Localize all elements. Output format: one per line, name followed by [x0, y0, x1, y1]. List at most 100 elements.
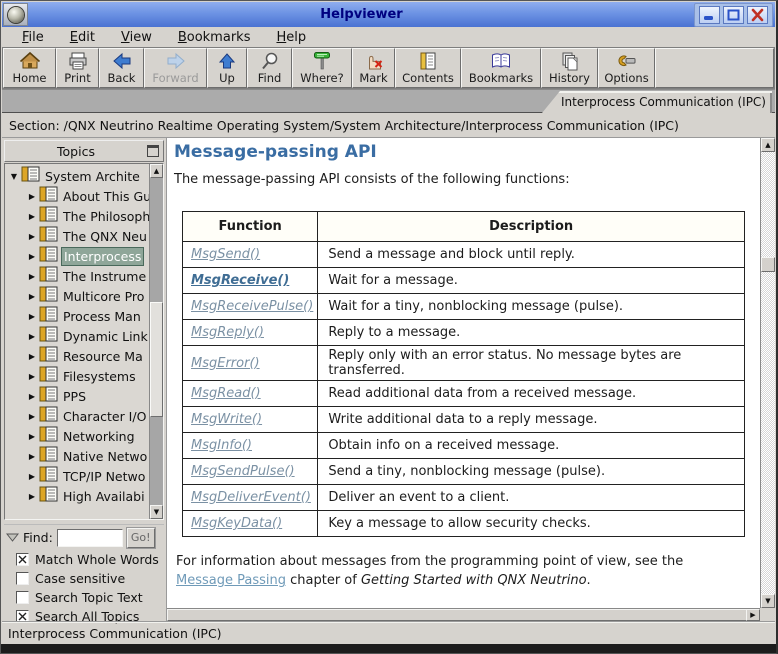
tree-scroll-up-button[interactable]: ▲ — [150, 164, 163, 178]
menu-file[interactable]: File — [22, 30, 44, 45]
intro-text: The message-passing API consists of the … — [174, 172, 760, 187]
back-button[interactable]: Back — [99, 48, 144, 88]
window-bottom-edge — [1, 644, 776, 653]
message-passing-link[interactable]: Message Passing — [176, 573, 286, 588]
msgwrite-link[interactable]: MsgWrite() — [191, 412, 262, 427]
scroll-down-button[interactable]: ▼ — [761, 594, 775, 608]
tree-item-high-availabi[interactable]: ▶High Availabi — [5, 486, 149, 506]
checked-checkbox-icon[interactable] — [16, 553, 29, 566]
checkbox-match-whole-words[interactable]: Match Whole Words — [4, 550, 166, 569]
tree-scroll-down-button[interactable]: ▼ — [150, 505, 163, 519]
msgsend-link[interactable]: MsgSend() — [191, 247, 260, 262]
vertical-scroll-thumb[interactable] — [761, 257, 775, 272]
scroll-up-button[interactable]: ▲ — [761, 138, 775, 152]
topics-header: Topics — [4, 140, 164, 162]
vertical-scroll-track[interactable] — [761, 152, 775, 594]
horizontal-scroll-thumb[interactable] — [167, 609, 760, 621]
function-cell: MsgReply() — [183, 320, 318, 346]
book-icon — [39, 466, 58, 486]
horizontal-scrollbar[interactable]: ◀ ▶ — [167, 608, 760, 621]
msgread-link[interactable]: MsgRead() — [191, 386, 261, 401]
history-button[interactable]: History — [541, 48, 598, 88]
collapse-arrow-icon[interactable]: ▼ — [9, 172, 19, 181]
tree-item-multicore-pro[interactable]: ▶ Multicore Pro — [5, 286, 149, 306]
book-icon — [39, 186, 58, 206]
expand-arrow-icon[interactable]: ▶ — [27, 332, 37, 341]
tree-item-label: About This Gu — [61, 188, 149, 205]
msgreceive-link[interactable]: MsgReceive() — [191, 273, 289, 288]
checkbox-case-sensitive[interactable]: Case sensitive — [4, 569, 166, 588]
tree-item-character-i-o[interactable]: ▶Character I/O — [5, 406, 149, 426]
contents-button[interactable]: Contents — [395, 48, 461, 88]
forward-button[interactable]: Forward — [144, 48, 207, 88]
vertical-scrollbar[interactable]: ▲ ▼ — [760, 138, 775, 608]
expand-arrow-icon[interactable]: ▶ — [27, 372, 37, 381]
tree-item-pps[interactable]: ▶PPS — [5, 386, 149, 406]
expand-arrow-icon[interactable]: ▶ — [27, 452, 37, 461]
msgdeliverevent-link[interactable]: MsgDeliverEvent() — [191, 490, 311, 505]
msgsendpulse-link[interactable]: MsgSendPulse() — [191, 464, 295, 479]
tree-scrollbar[interactable]: ▲ ▼ — [149, 164, 163, 519]
expand-arrow-icon[interactable]: ▶ — [27, 432, 37, 441]
find-button[interactable]: Find — [247, 48, 292, 88]
tab-interprocess-communication[interactable]: Interprocess Communication (IPC) — [542, 91, 772, 113]
expand-arrow-icon[interactable]: ▶ — [27, 472, 37, 481]
tree-item-native-netwo[interactable]: ▶Native Netwo — [5, 446, 149, 466]
tree-item-process-man[interactable]: ▶Process Man — [5, 306, 149, 326]
msgreceivepulse-link[interactable]: MsgReceivePulse() — [191, 299, 313, 314]
tree-item-the-qnx-neu[interactable]: ▶The QNX Neu — [5, 226, 149, 246]
tree-item-the-instrume[interactable]: ▶The Instrume — [5, 266, 149, 286]
expand-arrow-icon[interactable]: ▶ — [27, 292, 37, 301]
close-button[interactable] — [747, 6, 768, 24]
unchecked-checkbox-icon[interactable] — [16, 572, 29, 585]
unchecked-checkbox-icon[interactable] — [16, 591, 29, 604]
msginfo-link[interactable]: MsgInfo() — [191, 438, 252, 453]
menu-help[interactable]: Help — [276, 30, 306, 45]
checkbox-search-topic-text[interactable]: Search Topic Text — [4, 588, 166, 607]
msgerror-link[interactable]: MsgError() — [191, 356, 260, 371]
minimize-button[interactable] — [699, 6, 720, 24]
maximize-button[interactable] — [723, 6, 744, 24]
collapse-find-icon[interactable] — [6, 533, 19, 542]
tree-item-about-this-gu[interactable]: ▶ About This Gu — [5, 186, 149, 206]
msgkeydata-link[interactable]: MsgKeyData() — [191, 516, 282, 531]
tree-item-the-philosoph[interactable]: ▶The Philosoph — [5, 206, 149, 226]
mark-button[interactable]: Mark — [352, 48, 395, 88]
expand-arrow-icon[interactable]: ▶ — [27, 212, 37, 221]
back-icon — [111, 51, 133, 72]
expand-arrow-icon[interactable]: ▶ — [27, 232, 37, 241]
msgreply-link[interactable]: MsgReply() — [191, 325, 264, 340]
tree-item-filesystems[interactable]: ▶Filesystems — [5, 366, 149, 386]
menu-bookmarks[interactable]: Bookmarks — [178, 30, 251, 45]
print-button[interactable]: Print — [56, 48, 99, 88]
expand-arrow-icon[interactable]: ▶ — [27, 492, 37, 501]
tree-item-label: Multicore Pro — [61, 288, 146, 305]
home-button[interactable]: Home — [3, 48, 56, 88]
expand-arrow-icon[interactable]: ▶ — [27, 272, 37, 281]
tree-item-system-archite[interactable]: ▼System Archite — [5, 166, 149, 186]
detach-panel-button[interactable] — [147, 145, 159, 157]
expand-arrow-icon[interactable]: ▶ — [27, 252, 37, 261]
menu-view[interactable]: View — [121, 30, 152, 45]
scroll-right-button[interactable]: ▶ — [746, 609, 760, 621]
tree-item-dynamic-link[interactable]: ▶Dynamic Link — [5, 326, 149, 346]
options-button[interactable]: Options — [598, 48, 655, 88]
expand-arrow-icon[interactable]: ▶ — [27, 352, 37, 361]
tree-scroll-thumb[interactable] — [150, 302, 163, 417]
tree-item-networking[interactable]: ▶Networking — [5, 426, 149, 446]
tree-item-tcp-ip-netwo[interactable]: ▶TCP/IP Netwo — [5, 466, 149, 486]
expand-arrow-icon[interactable]: ▶ — [27, 412, 37, 421]
where-button[interactable]: Where? — [292, 48, 352, 88]
find-input[interactable] — [57, 529, 123, 547]
bookmarks-button[interactable]: Bookmarks — [461, 48, 541, 88]
menu-edit[interactable]: Edit — [70, 30, 95, 45]
tree-item-interprocess[interactable]: ▶Interprocess — [5, 246, 149, 266]
expand-arrow-icon[interactable]: ▶ — [27, 312, 37, 321]
expand-arrow-icon[interactable]: ▶ — [27, 392, 37, 401]
up-button[interactable]: Up — [207, 48, 247, 88]
topics-tree-panel: ▼System Archite ▶ About This Gu▶The Philos… — [4, 163, 164, 520]
expand-arrow-icon[interactable]: ▶ — [27, 192, 37, 201]
tree-item-resource-ma[interactable]: ▶Resource Ma — [5, 346, 149, 366]
qnx-globe-icon[interactable] — [3, 3, 28, 26]
find-go-button[interactable]: Go! — [127, 528, 155, 548]
